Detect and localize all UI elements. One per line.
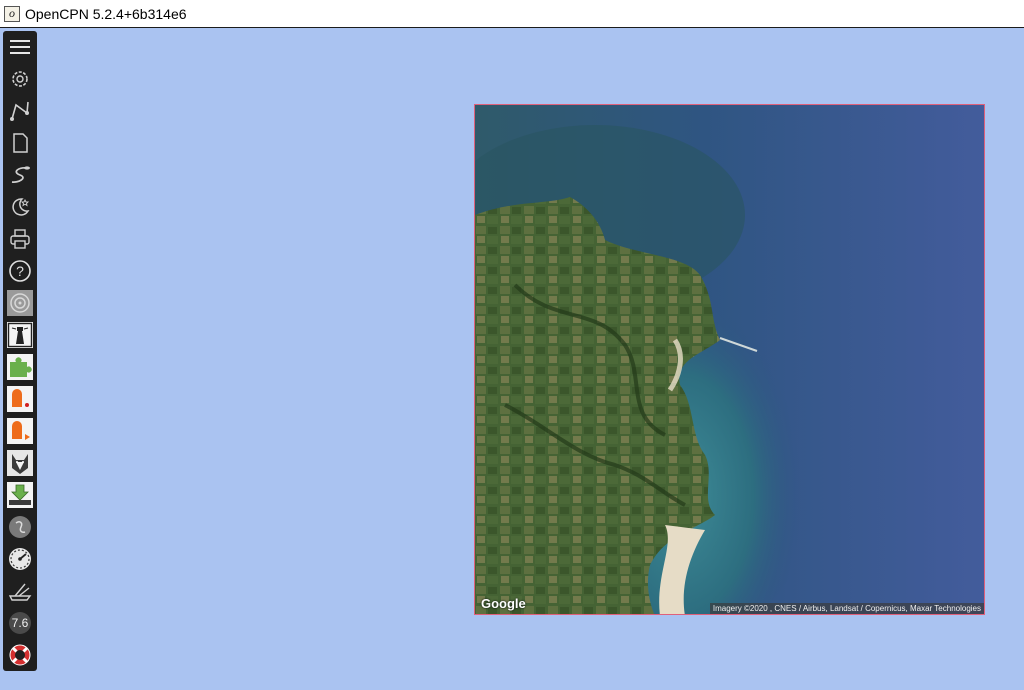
radar-plugin-icon[interactable] (6, 289, 34, 317)
satellite-map-tile[interactable]: Google Imagery ©2020 , CNES / Airbus, La… (474, 104, 985, 615)
help-icon[interactable]: ? (6, 257, 34, 285)
main-toolbar: ? 7.6 (3, 31, 37, 671)
satellite-imagery (475, 105, 984, 614)
orange-play-plugin-icon[interactable] (6, 417, 34, 445)
print-icon[interactable] (6, 225, 34, 253)
google-logo: Google (481, 596, 526, 611)
svg-text:?: ? (16, 263, 24, 279)
night-mode-icon[interactable] (6, 193, 34, 221)
route-icon[interactable] (6, 97, 34, 125)
title-bar: o OpenCPN 5.2.4+6b314e6 (0, 0, 1024, 28)
orange-plugin-icon[interactable] (6, 385, 34, 413)
husky-plugin-icon[interactable] (6, 449, 34, 477)
route-manager-icon[interactable] (6, 129, 34, 157)
version-badge-label: 7.6 (11, 616, 29, 630)
window-title: OpenCPN 5.2.4+6b314e6 (25, 5, 187, 22)
track-icon[interactable] (6, 161, 34, 189)
ship-plugin-icon[interactable] (6, 577, 34, 605)
gauge-dashboard-icon[interactable] (6, 545, 34, 573)
lighthouse-plugin-icon[interactable] (6, 321, 34, 349)
menu-icon[interactable] (6, 33, 34, 61)
opencpn-app-icon[interactable]: o (4, 5, 20, 22)
download-plugin-icon[interactable] (6, 481, 34, 509)
lifebuoy-plugin-icon[interactable] (6, 641, 34, 669)
plugin-puzzle-icon[interactable] (6, 353, 34, 381)
version-plugin-icon[interactable]: 7.6 (6, 609, 34, 637)
grey-globe-plugin-icon[interactable] (6, 513, 34, 541)
imagery-attribution: Imagery ©2020 , CNES / Airbus, Landsat /… (709, 603, 984, 614)
settings-gear-icon[interactable] (6, 65, 34, 93)
